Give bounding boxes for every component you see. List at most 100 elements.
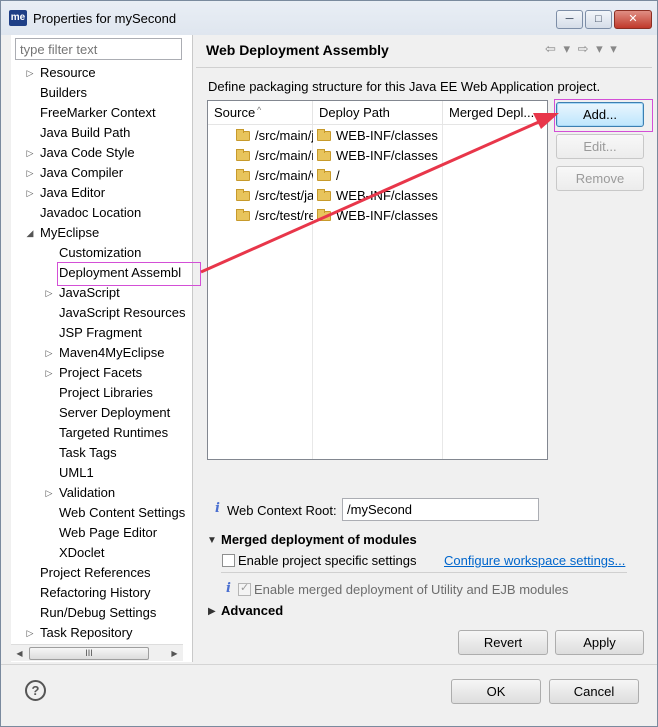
maximize-button[interactable]: □ [585, 10, 612, 29]
folder-icon [317, 189, 331, 201]
expand-arrow-icon[interactable]: ▷ [25, 183, 35, 203]
title-bar[interactable]: me Properties for mySecond ─ □ ✕ [1, 1, 657, 35]
tree-item-project-references[interactable]: Project References [40, 563, 151, 583]
cancel-button[interactable]: Cancel [549, 679, 639, 704]
navigation-panel: ▷Resource Builders FreeMarker Context Ja… [11, 35, 192, 662]
table-row[interactable]: /src/test/java WEB-INF/classes [208, 186, 547, 206]
properties-window: me Properties for mySecond ─ □ ✕ ▷Resour… [0, 0, 658, 727]
tree-item-freemarker-context[interactable]: FreeMarker Context [40, 103, 156, 123]
tree-item-java-build-path[interactable]: Java Build Path [40, 123, 130, 143]
folder-icon [236, 129, 250, 141]
header-divider [196, 67, 652, 68]
tree-item-project-facets[interactable]: ▷ Project Facets [44, 363, 143, 383]
tree-item-java-compiler[interactable]: ▷ Java Compiler [25, 163, 124, 183]
tree-item-web-page-editor[interactable]: Web Page Editor [59, 523, 157, 543]
collapse-arrow-icon[interactable]: ◢ [25, 223, 35, 243]
annotation-highlight-add-button [554, 99, 653, 132]
expand-arrow-icon[interactable]: ▷ [44, 283, 54, 303]
folder-icon [236, 189, 250, 201]
tree-item-builders[interactable]: Builders [40, 83, 87, 103]
web-context-root-input[interactable]: /mySecond [342, 498, 539, 521]
page-title: Web Deployment Assembly [206, 42, 389, 58]
collapse-section-icon[interactable]: ▼ [207, 535, 217, 546]
revert-button[interactable]: Revert [458, 630, 548, 655]
sort-arrow-icon: ^ [257, 105, 262, 115]
window-title: Properties for mySecond [33, 11, 177, 26]
tree-item-uml1[interactable]: UML1 [59, 463, 94, 483]
expand-arrow-icon[interactable]: ▷ [25, 163, 35, 183]
annotation-highlight-tree-item [57, 262, 201, 286]
tree-item-targeted-runtimes[interactable]: Targeted Runtimes [59, 423, 168, 443]
expand-arrow-icon[interactable]: ▷ [25, 143, 35, 163]
edit-button[interactable]: Edit... [556, 134, 644, 159]
info-icon: i [215, 501, 220, 516]
remove-button[interactable]: Remove [556, 166, 644, 191]
section-divider [221, 572, 627, 573]
filter-input[interactable] [15, 38, 182, 60]
merged-deployment-section-title[interactable]: Merged deployment of modules [221, 532, 417, 547]
web-context-root-label: Web Context Root: [227, 503, 337, 518]
tree-item-javadoc-location[interactable]: Javadoc Location [40, 203, 141, 223]
folder-icon [236, 169, 250, 181]
merged-deployment-checkbox[interactable] [238, 581, 251, 596]
project-specific-settings-checkbox[interactable] [222, 554, 235, 567]
tree-item-customization[interactable]: Customization [59, 243, 141, 263]
table-row[interactable]: /src/main/webapp / [208, 166, 547, 186]
scrollbar-thumb[interactable]: III [29, 647, 149, 660]
table-row[interactable]: /src/test/resources WEB-INF/classes [208, 206, 547, 226]
expand-arrow-icon[interactable]: ▷ [44, 343, 54, 363]
expand-arrow-icon[interactable]: ▷ [44, 483, 54, 503]
folder-icon [317, 169, 331, 181]
tree-item-resource[interactable]: ▷ Resource [25, 63, 96, 83]
project-specific-settings-label[interactable]: Enable project specific settings [238, 553, 416, 568]
tree-horizontal-scrollbar[interactable]: ◀ III ▶ [11, 644, 183, 661]
folder-icon [236, 149, 250, 161]
column-header-deploy-path[interactable]: Deploy Path [313, 101, 443, 125]
minimize-button[interactable]: ─ [556, 10, 583, 29]
help-icon[interactable]: ? [25, 680, 46, 701]
merged-deployment-label: Enable merged deployment of Utility and … [254, 582, 569, 597]
tree-item-javascript-resources[interactable]: JavaScript Resources [59, 303, 185, 323]
deployment-assembly-table[interactable]: Source ^ Deploy Path Merged Depl... /src/… [207, 100, 548, 460]
footer-divider [1, 664, 657, 665]
history-nav-icon[interactable]: ⇦ ▾ ⇨ ▾ ▾ [545, 41, 619, 57]
tree-item-java-editor[interactable]: ▷ Java Editor [25, 183, 106, 203]
tree-item-maven4myeclipse[interactable]: ▷ Maven4MyEclipse [44, 343, 165, 363]
tree-item-project-libraries[interactable]: Project Libraries [59, 383, 153, 403]
info-icon: i [226, 581, 231, 596]
apply-button[interactable]: Apply [555, 630, 644, 655]
scroll-left-icon[interactable]: ◀ [11, 645, 28, 662]
tree-item-server-deployment[interactable]: Server Deployment [59, 403, 170, 423]
table-row[interactable]: /src/main/resources WEB-INF/classes [208, 146, 547, 166]
app-logo-icon: me [9, 10, 27, 26]
folder-icon [317, 209, 331, 221]
column-header-source[interactable]: Source ^ [208, 101, 313, 125]
tree-item-run-debug-settings[interactable]: Run/Debug Settings [40, 603, 156, 623]
ok-button[interactable]: OK [451, 679, 541, 704]
panel-divider[interactable] [192, 35, 193, 662]
folder-icon [317, 149, 331, 161]
advanced-section-title[interactable]: Advanced [221, 603, 283, 618]
tree-item-myeclipse[interactable]: ◢ MyEclipse [25, 223, 100, 243]
tree-item-jsp-fragment[interactable]: JSP Fragment [59, 323, 142, 343]
expand-arrow-icon[interactable]: ▷ [25, 623, 35, 643]
configure-workspace-settings-link[interactable]: Configure workspace settings... [444, 553, 625, 568]
close-button[interactable]: ✕ [614, 10, 652, 29]
folder-icon [236, 209, 250, 221]
table-row[interactable]: /src/main/java WEB-INF/classes [208, 126, 547, 146]
tree-item-task-repository[interactable]: ▷ Task Repository [25, 623, 133, 643]
expand-section-icon[interactable]: ▶ [208, 606, 216, 617]
tree-item-javascript[interactable]: ▷ JavaScript [44, 283, 120, 303]
tree-item-validation[interactable]: ▷ Validation [44, 483, 116, 503]
tree-item-java-code-style[interactable]: ▷ Java Code Style [25, 143, 135, 163]
scroll-right-icon[interactable]: ▶ [166, 645, 183, 662]
page-description: Define packaging structure for this Java… [208, 79, 601, 94]
tree-item-xdoclet[interactable]: XDoclet [59, 543, 105, 563]
expand-arrow-icon[interactable]: ▷ [44, 363, 54, 383]
folder-icon [317, 129, 331, 141]
expand-arrow-icon[interactable]: ▷ [25, 63, 35, 83]
tree-item-task-tags[interactable]: Task Tags [59, 443, 117, 463]
column-header-merged-deployment[interactable]: Merged Depl... [443, 101, 547, 125]
tree-item-web-content-settings[interactable]: Web Content Settings [59, 503, 192, 523]
tree-item-refactoring-history[interactable]: Refactoring History [40, 583, 151, 603]
